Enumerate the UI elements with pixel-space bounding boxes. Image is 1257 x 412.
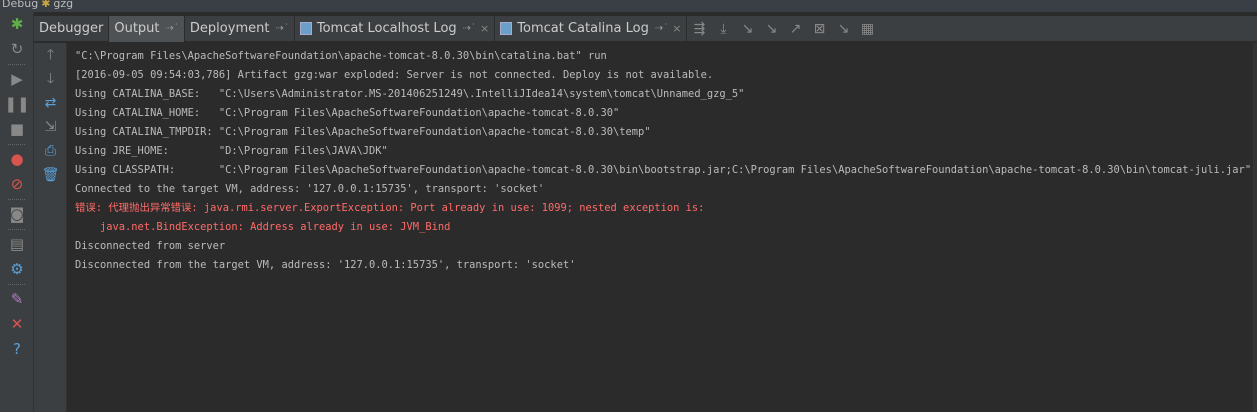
- tab-output[interactable]: Output ⇢˙: [109, 15, 185, 42]
- console-line: Using CATALINA_TMPDIR: "C:\Program Files…: [75, 126, 651, 138]
- title-bar: Debug ✱ gzg: [0, 0, 1257, 12]
- console-toolbar: 🡑 🡓 ⇄ ⇲ ⎙ 🗑: [34, 43, 67, 412]
- stop-button[interactable]: ■: [0, 117, 34, 142]
- tab-label: Debugger: [39, 21, 104, 36]
- rerun-button[interactable]: ↻: [0, 37, 34, 62]
- console-line: Connected to the target VM, address: '12…: [75, 183, 545, 195]
- tab-tomcat-localhost-log[interactable]: Tomcat Localhost Log ⇢˙ ×: [295, 15, 496, 42]
- tab-label: Output: [114, 21, 160, 36]
- pin-icon[interactable]: ⇢˙: [463, 23, 476, 34]
- log-file-icon: [500, 22, 513, 35]
- step-over-icon[interactable]: ⤓: [711, 21, 735, 37]
- camera-icon[interactable]: ◙: [0, 202, 34, 227]
- clear-all-trash-icon[interactable]: 🗑: [34, 163, 67, 187]
- title-label: Debug: [2, 0, 39, 10]
- settings-gear-icon[interactable]: ⚙: [0, 257, 34, 282]
- view-breakpoints-button[interactable]: ●: [0, 147, 34, 172]
- print-icon[interactable]: ⎙: [34, 139, 67, 163]
- console-line: Disconnected from server: [75, 240, 226, 252]
- tab-label: Deployment: [189, 21, 270, 36]
- console-line: [2016-09-05 09:54:03,786] Artifact gzg:w…: [75, 69, 714, 81]
- evaluate-expression-icon[interactable]: ▦: [855, 21, 879, 37]
- config-name: gzg: [53, 0, 74, 10]
- console-line: Using JRE_HOME: "D:\Program Files\JAVA\J…: [75, 145, 388, 157]
- tab-bar: Debugger Output ⇢˙ Deployment ⇢˙ Tomcat Lo…: [34, 15, 1257, 42]
- console-line: Disconnected from the target VM, address…: [75, 259, 576, 271]
- close-icon[interactable]: ✕: [0, 312, 34, 337]
- tab-tomcat-catalina-log[interactable]: Tomcat Catalina Log ⇢˙ ×: [495, 15, 688, 42]
- up-arrow-icon[interactable]: 🡑: [34, 43, 67, 67]
- close-tab-icon[interactable]: ×: [672, 22, 681, 35]
- pin-icon[interactable]: ✎: [0, 287, 34, 312]
- layout-button[interactable]: ▤: [0, 232, 34, 257]
- pin-icon[interactable]: ⇢˙: [275, 23, 288, 34]
- console-line: Using CLASSPATH: "C:\Program Files\Apach…: [75, 164, 1252, 176]
- resume-button[interactable]: ▶: [0, 67, 34, 92]
- drop-frame-icon[interactable]: ⊠: [807, 21, 831, 37]
- tab-label: Tomcat Localhost Log: [316, 21, 457, 36]
- bug-icon: ✱: [41, 0, 51, 10]
- console-line: Using CATALINA_BASE: "C:\Users\Administr…: [75, 88, 745, 100]
- console-error-line: java.net.BindException: Address already …: [75, 221, 451, 233]
- soft-wrap-icon[interactable]: ⇄: [34, 91, 67, 115]
- pin-icon[interactable]: ⇢˙: [655, 23, 668, 34]
- close-tab-icon[interactable]: ×: [480, 22, 489, 35]
- mute-breakpoints-button[interactable]: ⊘: [0, 172, 34, 197]
- console-line: Using CATALINA_HOME: "C:\Program Files\A…: [75, 107, 620, 119]
- force-step-into-icon[interactable]: ↘: [759, 21, 783, 37]
- pause-button[interactable]: ❚❚: [0, 92, 34, 117]
- debug-toolbar: ✱ ↻ ▶ ❚❚ ■ ● ⊘ ◙ ▤ ⚙ ✎ ✕ ?: [0, 12, 34, 412]
- console-error-line: 错误: 代理抛出异常错误: java.rmi.server.ExportExce…: [75, 202, 711, 214]
- pin-icon[interactable]: ⇢˙: [166, 23, 179, 34]
- step-out-icon[interactable]: ↗: [783, 21, 807, 37]
- vertical-scrollbar[interactable]: [1253, 43, 1257, 412]
- step-into-icon[interactable]: ↘: [735, 21, 759, 37]
- tab-debugger[interactable]: Debugger: [34, 15, 110, 42]
- console-line: "C:\Program Files\ApacheSoftwareFoundati…: [75, 50, 607, 62]
- log-file-icon: [299, 22, 312, 35]
- down-arrow-icon[interactable]: 🡓: [34, 67, 67, 91]
- run-to-cursor-icon[interactable]: ↘: [831, 21, 855, 37]
- tab-deployment[interactable]: Deployment ⇢˙: [185, 15, 295, 42]
- help-icon[interactable]: ?: [0, 337, 34, 362]
- console-output[interactable]: "C:\Program Files\ApacheSoftwareFoundati…: [70, 47, 1257, 275]
- show-execution-point-icon[interactable]: ⇶: [687, 21, 711, 37]
- tab-label: Tomcat Catalina Log: [517, 21, 649, 36]
- debug-bug-icon: ✱: [10, 15, 24, 33]
- scroll-to-end-icon[interactable]: ⇲: [34, 115, 67, 139]
